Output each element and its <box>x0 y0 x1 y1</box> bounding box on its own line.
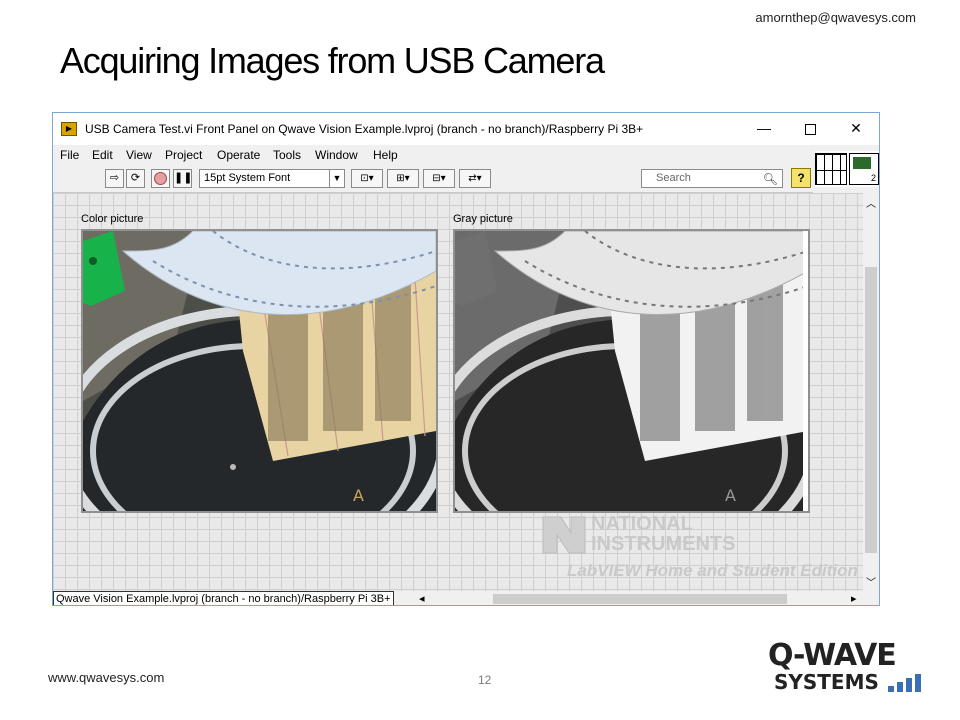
svg-text:A: A <box>353 486 364 505</box>
qwave-logo: Q-WAVE SYSTEMS <box>764 638 934 694</box>
abort-button[interactable] <box>151 169 170 188</box>
font-select[interactable]: 15pt System Font ▼ <box>199 169 345 188</box>
search-icon: 🔍︎ <box>762 172 778 186</box>
monitor-icon <box>853 157 871 169</box>
pause-icon: ❚❚ <box>174 172 193 184</box>
maximize-button[interactable] <box>787 113 833 145</box>
menu-view[interactable]: View <box>126 148 152 162</box>
labview-front-panel-window: ▶ USB Camera Test.vi Front Panel on Qwav… <box>52 112 880 606</box>
vertical-scroll-thumb[interactable] <box>865 267 877 553</box>
search-input[interactable]: Search 🔍︎ <box>641 169 783 188</box>
connector-pane[interactable]: 2 <box>815 151 879 187</box>
run-continuously-button[interactable]: ⟳ <box>126 169 145 188</box>
resize-objects-button[interactable]: ⊟▾ <box>423 169 455 188</box>
run-button[interactable]: ⇨ <box>105 169 124 188</box>
reorder-button[interactable]: ⇄▾ <box>459 169 491 188</box>
qwave-logo-line2: SYSTEMS <box>774 670 879 694</box>
front-panel-canvas[interactable]: Color picture Gray picture A A NATIONAL … <box>53 193 863 591</box>
menu-project[interactable]: Project <box>165 148 202 162</box>
gray-picture-label: Gray picture <box>453 213 513 225</box>
context-help-button[interactable]: ? <box>791 168 811 188</box>
search-placeholder: Search <box>656 172 691 184</box>
scroll-up-icon[interactable]: ︿ <box>866 195 876 210</box>
window-titlebar[interactable]: ▶ USB Camera Test.vi Front Panel on Qwav… <box>53 113 879 145</box>
scroll-right-icon[interactable]: ▸ <box>851 592 857 605</box>
menu-operate[interactable]: Operate <box>217 148 260 162</box>
distribute-objects-button[interactable]: ⊞▾ <box>387 169 419 188</box>
color-picture-label: Color picture <box>81 213 144 225</box>
connector-grid-icon <box>815 153 847 185</box>
scroll-left-icon[interactable]: ◂ <box>419 592 425 605</box>
font-select-value: 15pt System Font <box>204 172 291 184</box>
presenter-email: amornthep@qwavesys.com <box>755 10 916 25</box>
website-link[interactable]: www.qwavesys.com <box>48 670 164 685</box>
close-button[interactable]: ✕ <box>833 113 879 145</box>
svg-text:A: A <box>725 486 736 505</box>
menu-file[interactable]: File <box>60 148 79 162</box>
window-title: USB Camera Test.vi Front Panel on Qwave … <box>85 122 644 136</box>
page-number: 12 <box>478 673 492 687</box>
ni-wordmark-line2: INSTRUMENTS <box>591 533 736 555</box>
ni-watermark: NATIONAL INSTRUMENTS LabVIEW Home and St… <box>541 511 861 581</box>
slide-title: Acquiring Images from USB Camera <box>60 40 605 81</box>
qwave-logo-line1: Q-WAVE <box>768 638 897 673</box>
menu-window[interactable]: Window <box>315 148 358 162</box>
signal-bars-icon <box>888 674 930 692</box>
horizontal-scroll-thumb[interactable] <box>493 594 787 604</box>
menu-help[interactable]: Help <box>373 148 398 162</box>
menu-tools[interactable]: Tools <box>273 148 301 162</box>
scroll-down-icon[interactable]: ﹀ <box>866 574 876 589</box>
maximize-icon <box>804 123 816 135</box>
color-picture-display[interactable]: A <box>81 229 438 513</box>
camera-image-gray: A <box>455 231 808 511</box>
labview-edition-text: LabVIEW Home and Student Edition <box>567 561 858 580</box>
camera-image-color: A <box>83 231 436 511</box>
vi-icon-number: 2 <box>870 173 876 183</box>
labview-vi-icon: ▶ <box>61 122 77 136</box>
gray-picture-display[interactable]: A <box>453 229 810 513</box>
align-objects-button[interactable]: ⊡▾ <box>351 169 383 188</box>
vertical-scrollbar[interactable]: ︿ ﹀ <box>863 193 879 591</box>
stop-icon <box>154 171 167 185</box>
menu-edit[interactable]: Edit <box>92 148 113 162</box>
vi-icon: 2 <box>849 153 879 185</box>
pause-button[interactable]: ❚❚ <box>173 169 192 188</box>
project-target-path[interactable]: Qwave Vision Example.lvproj (branch - no… <box>53 591 394 605</box>
status-bar: Qwave Vision Example.lvproj (branch - no… <box>53 591 879 605</box>
minimize-button[interactable]: — <box>741 113 787 145</box>
menu-bar: File Edit View Project Operate Tools Win… <box>53 145 813 165</box>
toolbar: ⇨ ⟳ ❚❚ 15pt System Font ▼ ⊡▾ ⊞▾ ⊟▾ ⇄▾ Se… <box>53 165 813 193</box>
ni-eagle-icon <box>542 516 586 554</box>
chevron-down-icon: ▼ <box>329 170 344 187</box>
